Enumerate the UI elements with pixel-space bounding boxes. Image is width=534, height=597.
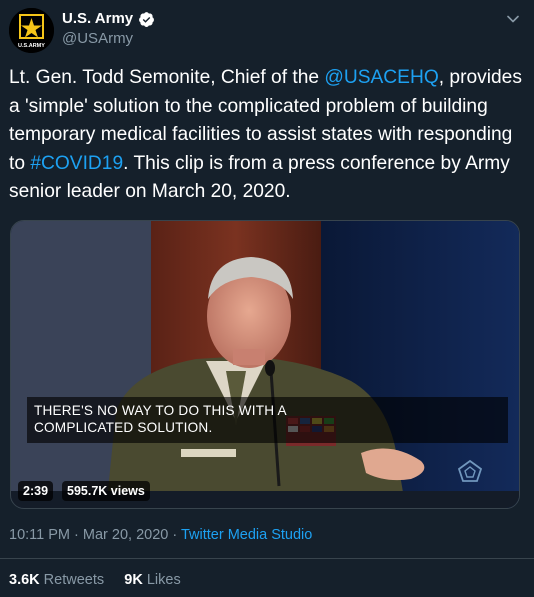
army-logo-icon: U.S.ARMY — [9, 8, 54, 53]
caption-line: COMPLICATED SOLUTION. — [34, 420, 213, 435]
likes-count: 9K — [124, 572, 143, 588]
video-player[interactable]: THERE'S NO WAY TO DO THIS WITH A COMPLIC… — [10, 220, 520, 509]
retweets-label: Retweets — [43, 572, 105, 588]
retweets-count: 3.6K — [9, 572, 40, 588]
tweet: U.S.ARMY U.S. Army @USArmy Lt. Gen. Todd… — [0, 0, 534, 597]
tweet-text: Lt. Gen. Todd Semonite, Chief of the @US… — [9, 64, 524, 207]
handle[interactable]: @USArmy — [62, 29, 155, 49]
tweet-stats: 3.6K Retweets 9K Likes — [9, 571, 181, 589]
video-frame — [11, 221, 519, 508]
video-duration-badge: 2:39 — [18, 481, 54, 501]
likes-stat[interactable]: 9K Likes — [124, 572, 180, 588]
retweets-stat[interactable]: 3.6K Retweets — [9, 572, 104, 588]
mention-link[interactable]: @USACEHQ — [324, 67, 438, 88]
caption-line: THERE'S NO WAY TO DO THIS WITH A — [34, 403, 287, 418]
hashtag-link[interactable]: #COVID19 — [30, 153, 123, 174]
divider — [0, 558, 534, 559]
tweet-source-link[interactable]: Twitter Media Studio — [181, 527, 312, 543]
author-block[interactable]: U.S. Army @USArmy — [62, 10, 155, 49]
meta-separator: · — [70, 527, 83, 543]
tweet-text-part: Lt. Gen. Todd Semonite, Chief of the — [9, 67, 325, 88]
video-views-badge: 595.7K views — [62, 481, 150, 501]
more-options-chevron-icon[interactable] — [506, 12, 520, 26]
avatar[interactable]: U.S.ARMY — [9, 8, 54, 53]
pentagon-logo-icon — [457, 459, 483, 488]
tweet-date[interactable]: Mar 20, 2020 — [83, 527, 168, 543]
display-name[interactable]: U.S. Army — [62, 10, 133, 28]
video-caption: THERE'S NO WAY TO DO THIS WITH A COMPLIC… — [27, 397, 508, 443]
tweet-time[interactable]: 10:11 PM — [9, 527, 70, 543]
verified-badge-icon — [138, 11, 155, 28]
svg-text:U.S.ARMY: U.S.ARMY — [18, 43, 45, 49]
meta-separator: · — [168, 527, 181, 543]
tweet-meta: 10:11 PM · Mar 20, 2020 · Twitter Media … — [9, 526, 312, 544]
likes-label: Likes — [146, 572, 181, 588]
